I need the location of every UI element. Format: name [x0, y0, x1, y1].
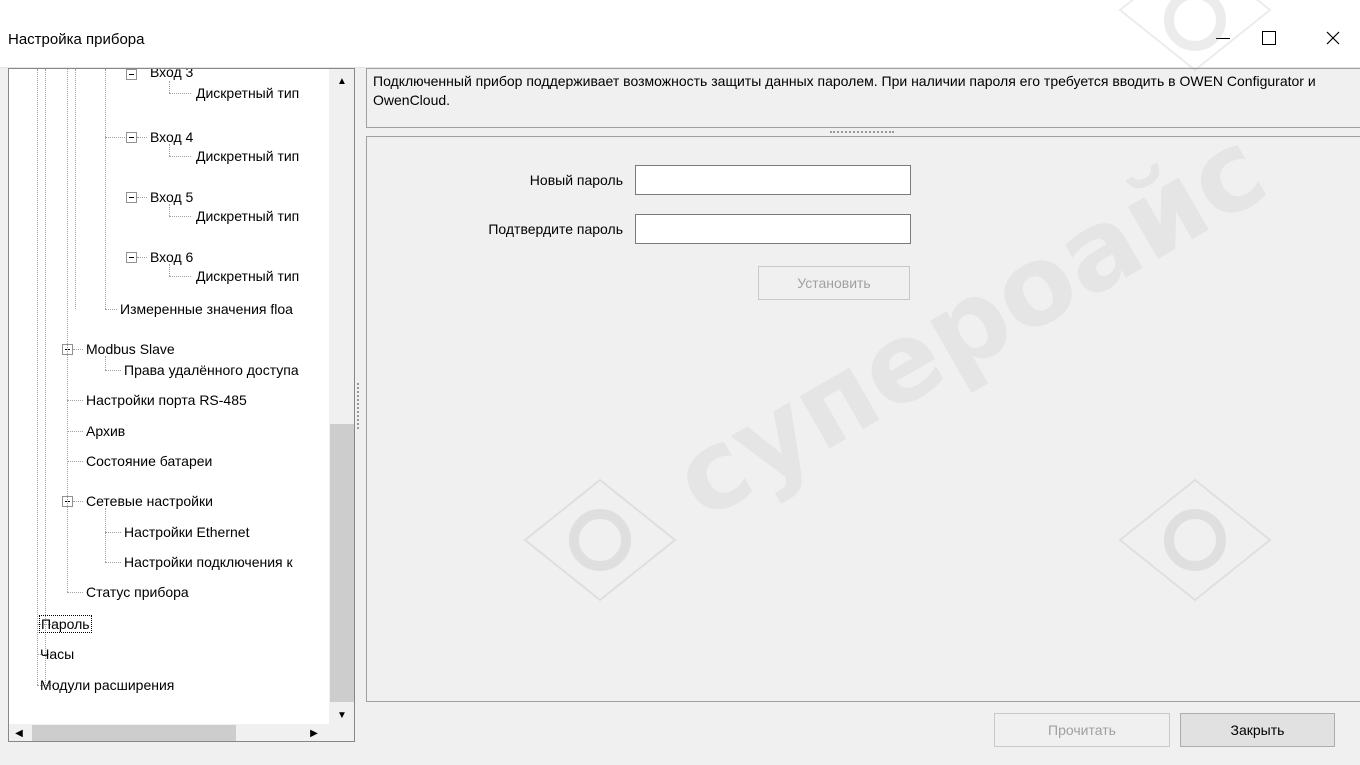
- tree-item-discrete-type-6[interactable]: Дискретный тип: [195, 265, 300, 287]
- minimize-button[interactable]: [1200, 18, 1246, 58]
- set-password-button[interactable]: Установить: [758, 266, 910, 300]
- tree-item-device-status[interactable]: Статус прибора: [85, 581, 190, 603]
- vertical-splitter[interactable]: [357, 383, 360, 429]
- tree-item-discrete-type-4[interactable]: Дискретный тип: [195, 145, 300, 167]
- tree-horizontal-scrollbar[interactable]: ◀ ▶: [9, 724, 329, 741]
- tree-vertical-scrollbar[interactable]: ▲ ▼: [329, 69, 354, 725]
- tree-item-input-5[interactable]: Вход 5: [149, 186, 194, 208]
- tree-item-input-6[interactable]: Вход 6: [149, 246, 194, 268]
- new-password-input[interactable]: [635, 165, 911, 195]
- tree-item-expansion-modules[interactable]: Модули расширения: [39, 674, 175, 696]
- horizontal-splitter[interactable]: [830, 131, 894, 134]
- window-title: Настройка прибора: [8, 31, 145, 48]
- tree-item-rs485-port[interactable]: Настройки порта RS-485: [85, 389, 248, 411]
- close-icon: [1326, 31, 1340, 45]
- close-button[interactable]: Закрыть: [1180, 713, 1335, 747]
- read-button[interactable]: Прочитать: [994, 713, 1170, 747]
- scroll-down-icon[interactable]: ▼: [329, 705, 354, 725]
- password-form: Новый пароль Подтвердите пароль Установи…: [366, 136, 1360, 702]
- confirm-password-label: Подтвердите пароль: [488, 221, 623, 237]
- title-bar: Настройка прибора: [0, 0, 1360, 68]
- maximize-icon: [1262, 31, 1276, 45]
- scroll-left-icon[interactable]: ◀: [9, 724, 29, 741]
- collapse-icon[interactable]: [126, 69, 137, 80]
- tree-item-modbus-slave[interactable]: Modbus Slave: [85, 338, 176, 360]
- new-password-label: Новый пароль: [529, 172, 623, 188]
- tree-item-archive[interactable]: Архив: [85, 420, 126, 442]
- tree-item-clock[interactable]: Часы: [39, 643, 75, 665]
- tree-item-discrete-type-5[interactable]: Дискретный тип: [195, 205, 300, 227]
- info-panel: Подключенный прибор поддерживает возможн…: [366, 68, 1360, 128]
- confirm-password-input[interactable]: [635, 214, 911, 244]
- client-area: Вход 3 Дискретный тип Вход 4 Дискретный …: [0, 68, 1360, 765]
- scroll-up-icon[interactable]: ▲: [329, 71, 354, 91]
- scroll-right-icon[interactable]: ▶: [304, 724, 324, 741]
- info-text: Подключенный прибор поддерживает возможн…: [373, 73, 1316, 108]
- tree-item-connection-settings[interactable]: Настройки подключения к: [123, 551, 294, 573]
- scroll-thumb[interactable]: [32, 725, 236, 741]
- minimize-icon: [1216, 37, 1230, 39]
- tree-item-input-3[interactable]: Вход 3: [149, 69, 194, 83]
- tree-item-measured-values[interactable]: Измеренные значения floa: [119, 298, 294, 320]
- collapse-icon[interactable]: [126, 252, 137, 263]
- tree-item-battery-status[interactable]: Состояние батареи: [85, 450, 213, 472]
- maximize-button[interactable]: [1246, 18, 1292, 58]
- settings-tree[interactable]: Вход 3 Дискретный тип Вход 4 Дискретный …: [8, 68, 355, 742]
- tree-item-discrete-type-3[interactable]: Дискретный тип: [195, 82, 300, 104]
- tree-item-password[interactable]: Пароль: [39, 613, 92, 635]
- tree-item-remote-access[interactable]: Права удалённого доступа: [123, 359, 300, 381]
- collapse-icon[interactable]: [126, 192, 137, 203]
- tree-item-input-4[interactable]: Вход 4: [149, 126, 194, 148]
- scroll-corner: [329, 724, 354, 741]
- scroll-thumb[interactable]: [330, 424, 354, 702]
- collapse-icon[interactable]: [126, 132, 137, 143]
- tree-item-ethernet-settings[interactable]: Настройки Ethernet: [123, 521, 250, 543]
- close-window-button[interactable]: [1310, 18, 1356, 58]
